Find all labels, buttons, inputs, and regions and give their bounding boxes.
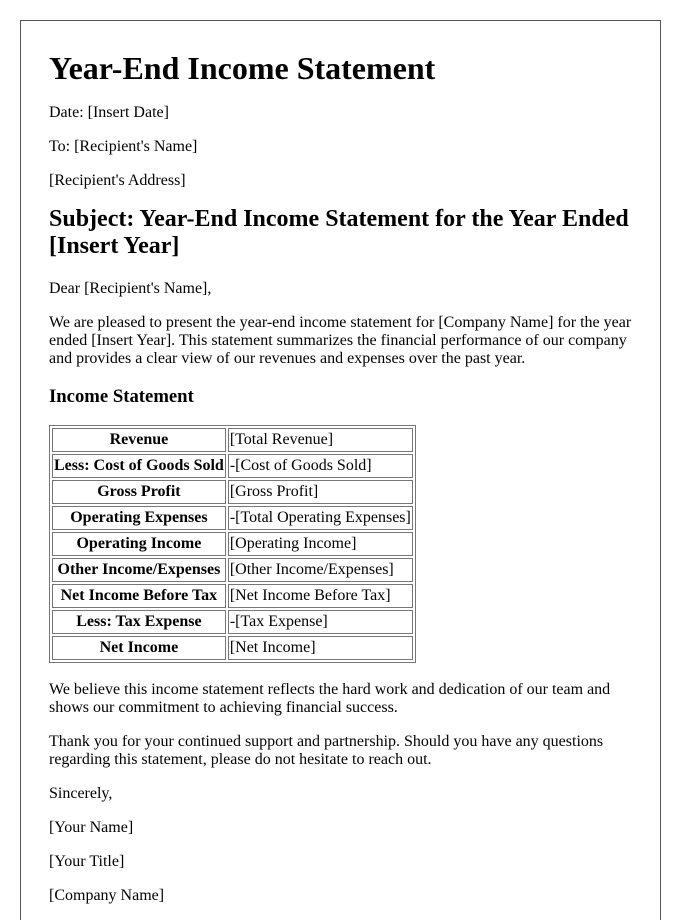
row-label: Net Income xyxy=(52,636,226,660)
thanks-paragraph: Thank you for your continued support and… xyxy=(49,733,604,768)
row-value: [Net Income] xyxy=(227,636,413,660)
table-row: Revenue [Total Revenue] xyxy=(52,428,413,452)
table-row: Gross Profit [Gross Profit] xyxy=(52,480,413,504)
signature-title: [Your Title] xyxy=(49,853,125,870)
table-row: Other Income/Expenses [Other Income/Expe… xyxy=(52,558,413,582)
row-value: [Other Income/Expenses] xyxy=(227,558,413,582)
table-row: Net Income Before Tax [Net Income Before… xyxy=(52,584,413,608)
row-label: Operating Expenses xyxy=(52,506,226,530)
row-value: [Total Revenue] xyxy=(227,428,413,452)
row-value: -[Total Operating Expenses] xyxy=(227,506,413,530)
row-value: [Gross Profit] xyxy=(227,480,413,504)
signature-company: [Company Name] xyxy=(49,887,165,904)
signoff: Sincerely, xyxy=(49,785,113,802)
table-row: Less: Cost of Goods Sold -[Cost of Goods… xyxy=(52,454,413,478)
row-label: Net Income Before Tax xyxy=(52,584,226,608)
income-statement-table: Revenue [Total Revenue] Less: Cost of Go… xyxy=(49,425,416,663)
income-statement-heading: Income Statement xyxy=(49,386,194,407)
row-value: [Net Income Before Tax] xyxy=(227,584,413,608)
signature-name: [Your Name] xyxy=(49,819,134,836)
row-value: -[Cost of Goods Sold] xyxy=(227,454,413,478)
table-row: Operating Income [Operating Income] xyxy=(52,532,413,556)
intro-paragraph: We are pleased to present the year-end i… xyxy=(49,314,632,367)
document-title: Year-End Income Statement xyxy=(49,50,436,86)
row-label: Revenue xyxy=(52,428,226,452)
row-label: Gross Profit xyxy=(52,480,226,504)
table-row: Operating Expenses -[Total Operating Exp… xyxy=(52,506,413,530)
recipient-address-line: [Recipient's Address] xyxy=(49,172,186,189)
row-label: Other Income/Expenses xyxy=(52,558,226,582)
date-line: Date: [Insert Date] xyxy=(49,104,169,121)
salutation: Dear [Recipient's Name], xyxy=(49,280,212,297)
table-row: Less: Tax Expense -[Tax Expense] xyxy=(52,610,413,634)
subject-heading: Subject: Year-End Income Statement for t… xyxy=(49,206,629,259)
row-label: Operating Income xyxy=(52,532,226,556)
row-label: Less: Tax Expense xyxy=(52,610,226,634)
row-label: Less: Cost of Goods Sold xyxy=(52,454,226,478)
table-row: Net Income [Net Income] xyxy=(52,636,413,660)
row-value: [Operating Income] xyxy=(227,532,413,556)
letter-container: Year-End Income Statement Date: [Insert … xyxy=(20,20,661,920)
row-value: -[Tax Expense] xyxy=(227,610,413,634)
closing-paragraph: We believe this income statement reflect… xyxy=(49,681,611,716)
recipient-name-line: To: [Recipient's Name] xyxy=(49,138,198,155)
